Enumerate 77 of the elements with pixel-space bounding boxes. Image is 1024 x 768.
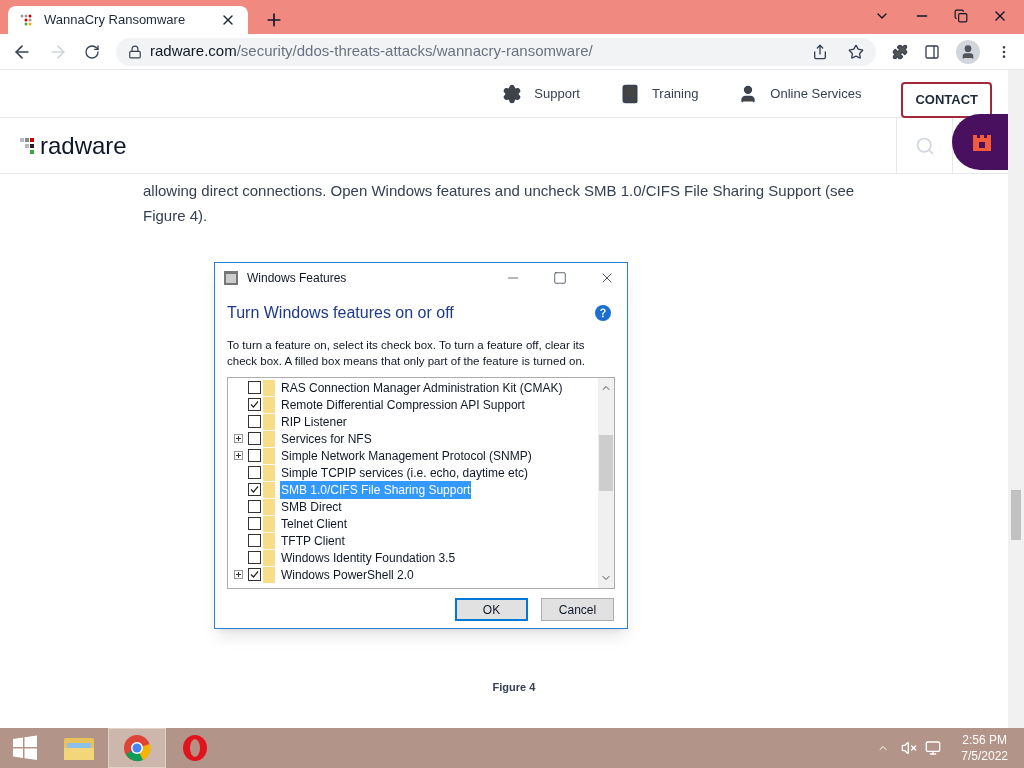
restore-icon[interactable] (954, 9, 968, 23)
folder-icon (263, 379, 275, 396)
floating-widget[interactable] (952, 114, 1008, 170)
taskbar-app[interactable] (108, 728, 166, 768)
logo-icon (20, 136, 36, 155)
feature-label[interactable]: Windows Identity Foundation 3.5 (280, 548, 457, 567)
feature-label[interactable]: Simple Network Management Protocol (SNMP) (280, 446, 533, 465)
dialog-button[interactable]: OK (455, 598, 528, 621)
expand-icon[interactable] (233, 451, 243, 460)
feature-label[interactable]: TFTP Client (280, 531, 346, 550)
checkbox[interactable] (248, 415, 261, 428)
feature-label[interactable]: Simple TCPIP services (i.e. echo, daytime etc) (280, 463, 529, 482)
dialog-heading: Turn Windows features on or off (227, 303, 455, 323)
checkbox[interactable] (248, 534, 261, 547)
lock-icon (128, 44, 142, 59)
feature-label[interactable]: Windows PowerShell 2.0 (280, 565, 415, 584)
network-icon[interactable] (925, 740, 942, 756)
opera-icon (181, 734, 209, 762)
folder-icon (263, 566, 275, 583)
folder-icon (263, 549, 275, 566)
browser-tab[interactable]: WannaCry Ransomware (8, 6, 248, 34)
dialog-description: To turn a feature on, select its check box. To turn a feature off, clear its check box. A filled box means that only part of the feature is turned on. (227, 338, 586, 369)
article-paragraph: allowing direct connections. Open Windows features and uncheck SMB 1.0/CIFS File Sharing Support (see Figure 4). (143, 181, 856, 226)
window-title: Windows Features (247, 270, 348, 287)
windows-icon[interactable] (12, 735, 38, 761)
nav-link[interactable]: Training (619, 83, 699, 104)
muted-speaker-icon[interactable] (901, 740, 918, 756)
scroll-thumb[interactable] (599, 435, 613, 491)
checkbox[interactable] (248, 398, 261, 411)
expand-icon[interactable] (233, 434, 243, 443)
checkbox[interactable] (248, 381, 261, 394)
checkbox[interactable] (248, 568, 261, 581)
feature-label[interactable]: Remote Differential Compression API Support (280, 395, 526, 414)
nav-link[interactable]: Support (502, 83, 580, 104)
checkbox[interactable] (248, 500, 261, 513)
maximize-icon[interactable] (553, 271, 567, 285)
url-text: radware.com/security/ddos-threats-attacks/wannacry-ransomware/ (150, 41, 593, 62)
chrome-icon (123, 734, 151, 762)
puzzle-icon[interactable] (892, 43, 908, 60)
folder-icon (263, 532, 275, 549)
dialog-button[interactable]: Cancel (541, 598, 614, 621)
reload-icon[interactable] (84, 43, 100, 60)
checkbox[interactable] (248, 483, 261, 496)
nav-link[interactable]: Online Services (738, 83, 862, 104)
page-scrollbar[interactable] (1008, 70, 1024, 728)
side-panel-icon[interactable] (924, 43, 940, 60)
folder-icon (263, 481, 275, 498)
address-field[interactable]: radware.com/security/ddos-threats-attacks/wannacry-ransomware/ (116, 37, 876, 66)
folder-icon (263, 498, 275, 515)
gear-icon (502, 83, 523, 104)
folder-icon (263, 430, 275, 447)
checkbox[interactable] (248, 517, 261, 530)
star-icon[interactable] (848, 43, 864, 60)
checkbox[interactable] (248, 449, 261, 462)
folder-icon (263, 447, 275, 464)
logo-text: radware (40, 130, 127, 161)
expand-icon[interactable] (233, 570, 243, 579)
share-icon[interactable] (812, 43, 828, 60)
scrollbar[interactable] (598, 378, 614, 588)
feature-label[interactable]: SMB Direct (280, 497, 343, 516)
feature-label[interactable]: RIP Listener (280, 412, 348, 431)
feature-label[interactable]: Telnet Client (280, 514, 349, 533)
feature-label[interactable]: Services for NFS (280, 429, 373, 448)
checkbox[interactable] (248, 466, 261, 479)
folder-icon (263, 464, 275, 481)
feature-label[interactable]: RAS Connection Manager Administration Kit (CMAK) (280, 378, 564, 397)
folder-icon (263, 413, 275, 430)
app-icon (223, 270, 239, 286)
dots-icon (20, 14, 32, 26)
checkbox[interactable] (248, 551, 261, 564)
help-icon[interactable] (595, 305, 611, 321)
scroll-thumb[interactable] (1011, 490, 1021, 540)
checkbox[interactable] (248, 432, 261, 445)
folder-icon (263, 515, 275, 532)
profile-icon[interactable] (956, 39, 980, 64)
figure-caption: Figure 4 (492, 680, 536, 695)
folder-icon (263, 396, 275, 413)
